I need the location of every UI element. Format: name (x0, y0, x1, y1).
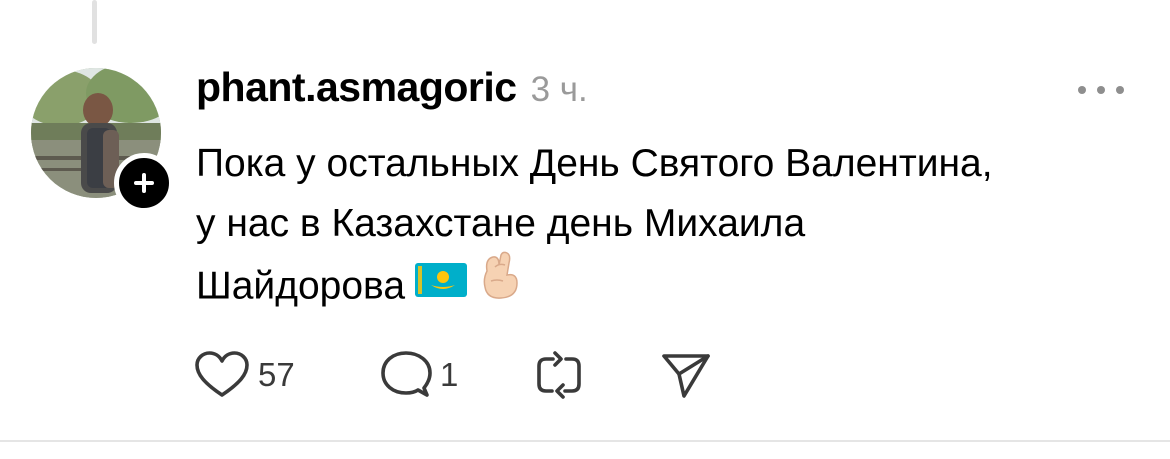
share-button[interactable] (660, 349, 712, 401)
post-text-line-last: Шайдорова (196, 251, 1156, 322)
post-header: phant.asmagoric 3 ч. (196, 64, 588, 114)
like-button[interactable]: 57 (194, 349, 295, 401)
post-text: Пока у остальных День Святого Валентина,… (196, 134, 1156, 322)
crossed-fingers-icon (477, 251, 523, 319)
comment-icon (381, 351, 432, 397)
like-count: 57 (258, 356, 295, 393)
post-text-line: у нас в Казахстане день Михаила (196, 202, 806, 245)
reply-count: 1 (440, 356, 459, 393)
follow-button[interactable] (114, 153, 174, 213)
send-icon (662, 354, 710, 398)
more-options-icon (1116, 86, 1124, 94)
timestamp: 3 ч. (530, 70, 588, 109)
more-options-icon (1078, 86, 1086, 94)
heart-icon (195, 351, 249, 397)
more-options-button[interactable] (1078, 80, 1124, 100)
more-options-icon (1097, 86, 1105, 94)
thread-connector-line (92, 0, 97, 44)
post-text-line: Пока у остальных День Святого Валентина, (196, 142, 993, 185)
repost-icon (537, 351, 581, 399)
kazakhstan-flag-icon (415, 255, 468, 315)
repost-button[interactable] (534, 349, 584, 401)
post-divider (0, 440, 1170, 442)
plus-icon (134, 173, 154, 193)
reply-button[interactable]: 1 (380, 349, 458, 401)
username[interactable]: phant.asmagoric (196, 64, 517, 111)
